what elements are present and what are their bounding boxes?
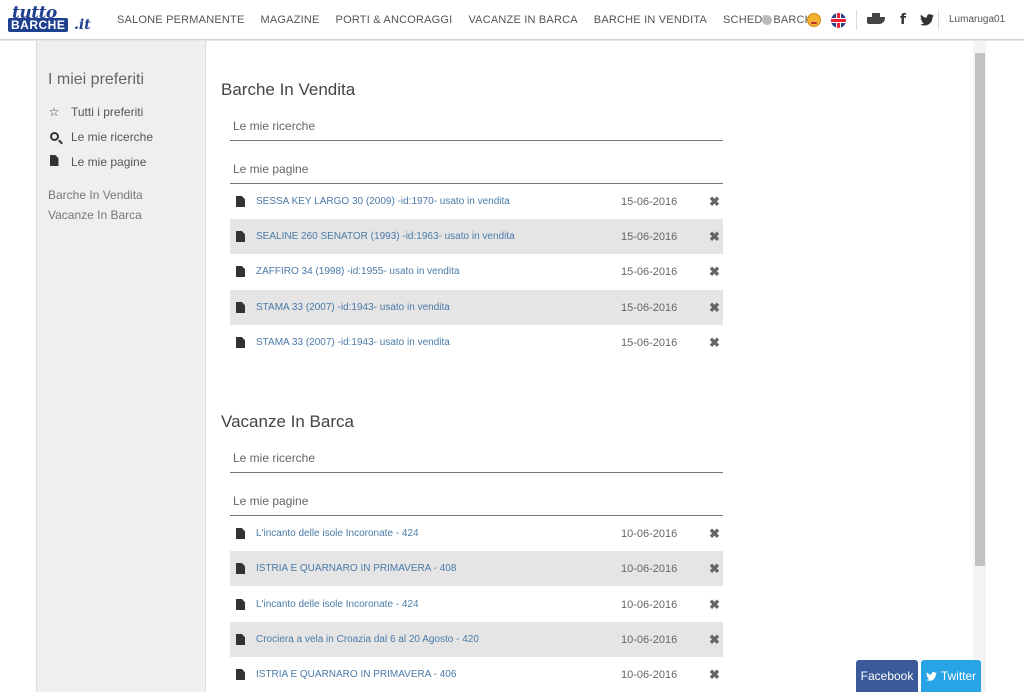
- table-row: ISTRIA E QUARNARO IN PRIMAVERA - 408 10-…: [230, 551, 723, 586]
- document-icon: [236, 196, 245, 207]
- twitter-icon: [925, 671, 937, 681]
- sidebar-title: I miei preferiti: [48, 71, 145, 88]
- divider: [938, 10, 939, 30]
- remove-icon[interactable]: ✖: [709, 335, 720, 351]
- remove-icon[interactable]: ✖: [709, 597, 720, 613]
- left-gutter: [0, 41, 36, 692]
- nav-item-vacanze[interactable]: VACANZE IN BARCA: [468, 14, 577, 26]
- uk-flag-icon[interactable]: [830, 12, 846, 28]
- remove-icon[interactable]: ✖: [709, 632, 720, 648]
- saved-page-link[interactable]: SESSA KEY LARGO 30 (2009) -id:1970- usat…: [256, 196, 621, 207]
- favorites-sidebar: I miei preferiti ☆ Tutti i preferiti Le …: [36, 41, 206, 692]
- facebook-share-button[interactable]: Facebook: [856, 660, 918, 692]
- saved-date: 10-06-2016: [621, 562, 678, 575]
- boat-icon[interactable]: [865, 12, 887, 28]
- saved-date: 10-06-2016: [621, 668, 678, 681]
- document-icon: [236, 634, 245, 645]
- document-icon: [48, 155, 60, 169]
- saved-date: 10-06-2016: [621, 633, 678, 646]
- remove-icon[interactable]: ✖: [709, 561, 720, 577]
- saved-date: 15-06-2016: [621, 195, 678, 208]
- saved-page-link[interactable]: L'incanto delle isole Incoronate - 424: [256, 528, 621, 539]
- user-emoji-icon[interactable]: [806, 12, 822, 28]
- logo-suffix-text: .it: [74, 17, 91, 33]
- twitter-share-label: Twitter: [940, 669, 977, 683]
- table-row: L'incanto delle isole Incoronate - 424 1…: [230, 516, 723, 551]
- sidebar-item-all-favorites[interactable]: ☆ Tutti i preferiti: [48, 105, 144, 119]
- nav-item-barche-vendita[interactable]: BARCHE IN VENDITA: [594, 14, 707, 26]
- top-navbar: tutto BARCHE .it SALONE PERMANENTE MAGAZ…: [0, 0, 1024, 40]
- my-pages-header[interactable]: Le mie pagine: [230, 162, 723, 184]
- saved-date: 10-06-2016: [621, 598, 678, 611]
- document-icon: [236, 266, 245, 277]
- saved-page-link[interactable]: STAMA 33 (2007) -id:1943- usato in vendi…: [256, 302, 621, 313]
- topbar-icons: f: [806, 10, 943, 30]
- remove-icon[interactable]: ✖: [709, 194, 720, 210]
- logo-main-text: BARCHE: [8, 18, 69, 32]
- table-row: SESSA KEY LARGO 30 (2009) -id:1970- usat…: [230, 184, 723, 219]
- remove-icon[interactable]: ✖: [709, 300, 720, 316]
- saved-date: 10-06-2016: [621, 527, 678, 540]
- remove-icon[interactable]: ✖: [709, 264, 720, 280]
- remove-icon[interactable]: ✖: [709, 229, 720, 245]
- scrollbar-thumb[interactable]: [975, 53, 985, 566]
- saved-page-link[interactable]: STAMA 33 (2007) -id:1943- usato in vendi…: [256, 337, 621, 348]
- saved-page-link[interactable]: ISTRIA E QUARNARO IN PRIMAVERA - 406: [256, 669, 621, 680]
- table-row: SEALINE 260 SENATOR (1993) -id:1963- usa…: [230, 219, 723, 254]
- saved-date: 15-06-2016: [621, 336, 678, 349]
- saved-page-link[interactable]: ISTRIA E QUARNARO IN PRIMAVERA - 408: [256, 563, 621, 574]
- divider: [856, 10, 857, 30]
- more-nav-icon[interactable]: [762, 15, 772, 25]
- nav-item-porti[interactable]: PORTI & ANCORAGGI: [336, 14, 453, 26]
- document-icon: [236, 528, 245, 539]
- site-logo[interactable]: tutto BARCHE .it: [8, 3, 104, 33]
- table-row: STAMA 33 (2007) -id:1943- usato in vendi…: [230, 290, 723, 325]
- sidebar-item-my-pages[interactable]: Le mie pagine: [48, 155, 146, 169]
- facebook-icon[interactable]: f: [895, 12, 911, 28]
- twitter-icon[interactable]: [919, 12, 935, 28]
- saved-page-link[interactable]: Crociera a vela in Croazia dal 6 al 20 A…: [256, 634, 621, 645]
- main-nav: SALONE PERMANENTE MAGAZINE PORTI & ANCOR…: [117, 14, 820, 26]
- document-icon: [236, 669, 245, 680]
- right-margin: [986, 41, 1024, 692]
- remove-icon[interactable]: ✖: [709, 526, 720, 542]
- table-row: ZAFFIRO 34 (1998) -id:1955- usato in ven…: [230, 254, 723, 289]
- sidebar-item-my-searches[interactable]: Le mie ricerche: [48, 130, 153, 144]
- document-icon: [236, 231, 245, 242]
- table-row: L'incanto delle isole Incoronate - 424 1…: [230, 587, 723, 622]
- username-label[interactable]: Lumaruga01: [949, 14, 1005, 25]
- saved-page-link[interactable]: L'incanto delle isole Incoronate - 424: [256, 599, 621, 610]
- saved-page-link[interactable]: ZAFFIRO 34 (1998) -id:1955- usato in ven…: [256, 266, 621, 277]
- nav-item-salone[interactable]: SALONE PERMANENTE: [117, 14, 244, 26]
- document-icon: [236, 302, 245, 313]
- remove-icon[interactable]: ✖: [709, 667, 720, 683]
- sidebar-link-vacanze-barca[interactable]: Vacanze In Barca: [48, 208, 142, 222]
- document-icon: [236, 337, 245, 348]
- saved-page-link[interactable]: SEALINE 260 SENATOR (1993) -id:1963- usa…: [256, 231, 621, 242]
- saved-date: 15-06-2016: [621, 265, 678, 278]
- sidebar-item-label: Le mie pagine: [71, 155, 147, 169]
- sidebar-item-label: Tutti i preferiti: [71, 105, 144, 119]
- twitter-share-button[interactable]: Twitter: [921, 660, 981, 692]
- document-icon: [236, 599, 245, 610]
- star-icon: ☆: [48, 105, 60, 119]
- nav-item-magazine[interactable]: MAGAZINE: [260, 14, 319, 26]
- my-pages-header[interactable]: Le mie pagine: [230, 494, 723, 516]
- my-searches-header[interactable]: Le mie ricerche: [230, 119, 723, 141]
- section-title-barche-vendita: Barche In Vendita: [221, 80, 356, 99]
- table-row: Crociera a vela in Croazia dal 6 al 20 A…: [230, 622, 723, 657]
- table-row: STAMA 33 (2007) -id:1943- usato in vendi…: [230, 325, 723, 360]
- saved-date: 15-06-2016: [621, 230, 678, 243]
- saved-date: 15-06-2016: [621, 301, 678, 314]
- section-title-vacanze-barca: Vacanze In Barca: [221, 412, 354, 431]
- sidebar-link-barche-vendita[interactable]: Barche In Vendita: [48, 188, 143, 202]
- sidebar-item-label: Le mie ricerche: [71, 130, 154, 144]
- table-row: ISTRIA E QUARNARO IN PRIMAVERA - 406 10-…: [230, 657, 723, 692]
- document-icon: [236, 563, 245, 574]
- my-searches-header[interactable]: Le mie ricerche: [230, 451, 723, 473]
- search-icon: [48, 130, 60, 144]
